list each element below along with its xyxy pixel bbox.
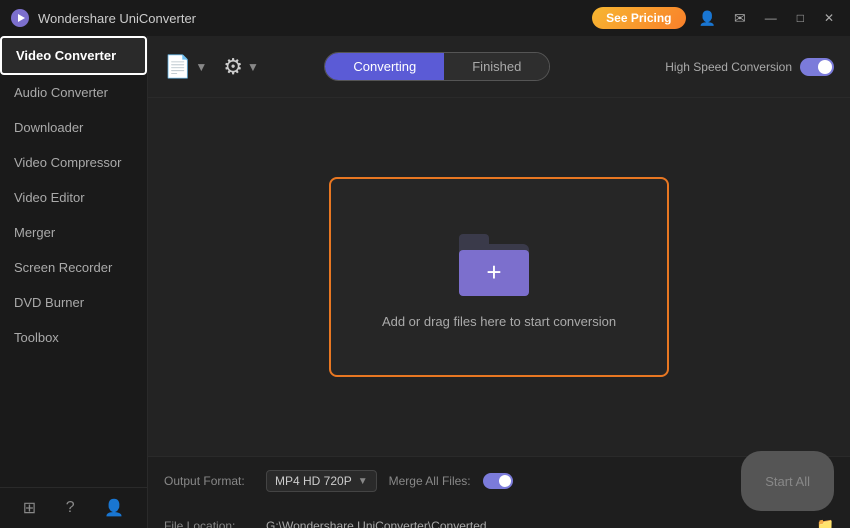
sidebar-item-dvd-burner[interactable]: DVD Burner bbox=[0, 285, 147, 320]
drop-zone-wrapper: + Add or drag files here to start conver… bbox=[148, 98, 850, 456]
output-format-value: MP4 HD 720P bbox=[275, 474, 352, 488]
app-title: Wondershare UniConverter bbox=[38, 11, 592, 26]
bottom-bar: Output Format: MP4 HD 720P ▼ Merge All F… bbox=[148, 456, 850, 528]
speed-label: High Speed Conversion bbox=[665, 60, 792, 74]
minimize-button[interactable]: — bbox=[759, 9, 783, 27]
plus-icon: + bbox=[486, 257, 501, 288]
settings-icon: ⚙ bbox=[223, 54, 243, 80]
account-icon[interactable]: 👤 bbox=[104, 498, 124, 518]
add-files-button[interactable]: 📄 ▼ bbox=[164, 54, 207, 80]
drop-zone[interactable]: + Add or drag files here to start conver… bbox=[329, 177, 669, 377]
main-layout: Video Converter Audio Converter Download… bbox=[0, 36, 850, 528]
merge-all-label: Merge All Files: bbox=[389, 474, 471, 488]
add-files-icon: 📄 bbox=[164, 54, 191, 80]
sidebar-item-downloader[interactable]: Downloader bbox=[0, 110, 147, 145]
sidebar-item-screen-recorder[interactable]: Screen Recorder bbox=[0, 250, 147, 285]
add-files-arrow-icon: ▼ bbox=[195, 60, 207, 74]
tab-finished[interactable]: Finished bbox=[444, 53, 549, 80]
expand-icon[interactable]: ⊞ bbox=[23, 498, 36, 518]
user-icon[interactable]: 👤 bbox=[694, 8, 721, 29]
toggle-knob bbox=[818, 60, 832, 74]
folder-icon: + bbox=[459, 226, 539, 296]
output-format-row: Output Format: MP4 HD 720P ▼ Merge All F… bbox=[164, 448, 834, 514]
file-location-label: File Location: bbox=[164, 519, 254, 528]
format-select-arrow-icon: ▼ bbox=[358, 476, 368, 487]
high-speed-toggle-group: High Speed Conversion bbox=[665, 58, 834, 76]
folder-front: + bbox=[459, 250, 529, 296]
titlebar-actions: See Pricing 👤 ✉ — □ ✕ bbox=[592, 7, 840, 29]
output-format-label: Output Format: bbox=[164, 474, 254, 488]
merge-toggle[interactable] bbox=[483, 473, 513, 489]
output-format-select[interactable]: MP4 HD 720P ▼ bbox=[266, 470, 377, 492]
help-icon[interactable]: ? bbox=[66, 499, 75, 517]
drop-zone-text: Add or drag files here to start conversi… bbox=[382, 314, 616, 329]
start-all-button[interactable]: Start All bbox=[741, 451, 834, 511]
sidebar-item-video-converter[interactable]: Video Converter bbox=[0, 36, 147, 75]
settings-button[interactable]: ⚙ ▼ bbox=[223, 54, 259, 80]
sidebar-bottom: ⊞ ? 👤 bbox=[0, 487, 147, 528]
browse-folder-icon[interactable]: 📁 bbox=[817, 517, 834, 528]
sidebar-item-video-compressor[interactable]: Video Compressor bbox=[0, 145, 147, 180]
app-logo bbox=[10, 8, 30, 28]
sidebar-item-audio-converter[interactable]: Audio Converter bbox=[0, 75, 147, 110]
file-location-row: File Location: G:\Wondershare UniConvert… bbox=[164, 514, 834, 528]
tab-group: Converting Finished bbox=[324, 52, 550, 81]
merge-toggle-knob bbox=[499, 475, 511, 487]
file-location-value: G:\Wondershare UniConverter\Converted bbox=[266, 519, 805, 528]
folder-tab bbox=[459, 234, 489, 244]
sidebar-item-toolbox[interactable]: Toolbox bbox=[0, 320, 147, 355]
tab-converting[interactable]: Converting bbox=[325, 53, 444, 80]
sidebar-item-merger[interactable]: Merger bbox=[0, 215, 147, 250]
toolbar: 📄 ▼ ⚙ ▼ Converting Finished High Speed C… bbox=[148, 36, 850, 98]
high-speed-toggle[interactable] bbox=[800, 58, 834, 76]
close-button[interactable]: ✕ bbox=[818, 9, 840, 27]
sidebar-item-video-editor[interactable]: Video Editor bbox=[0, 180, 147, 215]
mail-icon[interactable]: ✉ bbox=[729, 8, 751, 29]
sidebar: Video Converter Audio Converter Download… bbox=[0, 36, 148, 528]
titlebar: Wondershare UniConverter See Pricing 👤 ✉… bbox=[0, 0, 850, 36]
see-pricing-button[interactable]: See Pricing bbox=[592, 7, 685, 29]
settings-arrow-icon: ▼ bbox=[247, 60, 259, 74]
maximize-button[interactable]: □ bbox=[791, 9, 810, 27]
content-area: 📄 ▼ ⚙ ▼ Converting Finished High Speed C… bbox=[148, 36, 850, 528]
